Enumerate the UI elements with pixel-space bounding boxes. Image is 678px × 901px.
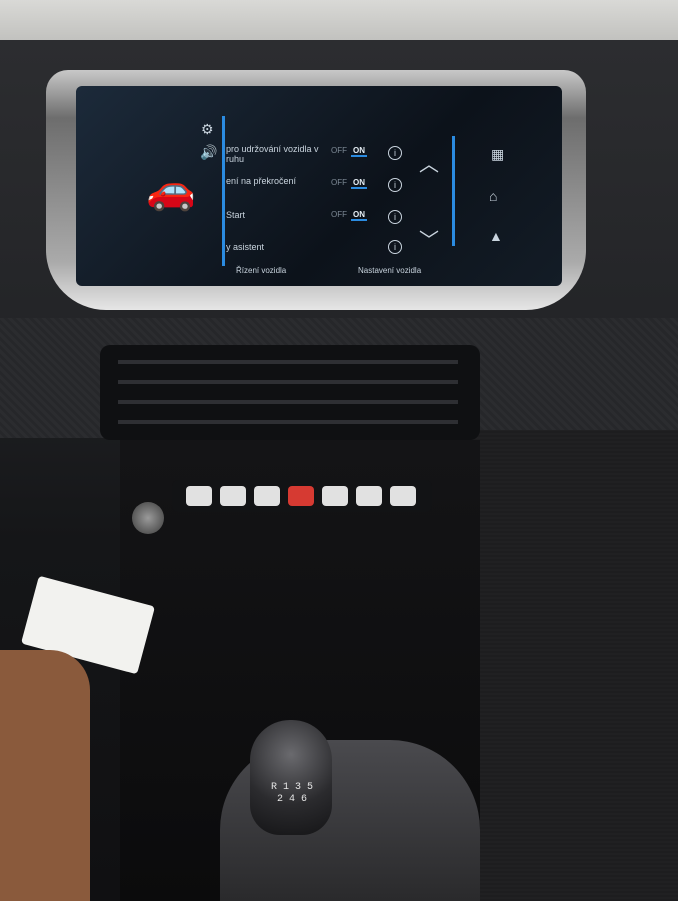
chevron-down-icon[interactable]: ﹀ (419, 224, 439, 253)
seat-heat-button[interactable] (390, 486, 416, 506)
gear-icon[interactable]: ⚙ (201, 121, 214, 138)
car-icon[interactable]: ⌂ (489, 188, 497, 204)
person-arm (0, 650, 90, 901)
info-icon[interactable]: i (388, 146, 402, 160)
grid-menu-icon[interactable]: ▦ (491, 146, 504, 163)
right-accent-line (452, 136, 455, 246)
car-interior-photo: ⚙ 🔊 🚗 pro udržování vozidla v ruhu OFF ON… (0, 0, 678, 901)
setting-label: y asistent (226, 242, 265, 252)
toggle-off-label: OFF (331, 210, 347, 219)
lock-button[interactable] (322, 486, 348, 506)
setting-label: pro udržování vozidla v ruhu (226, 144, 319, 164)
rear-defrost-button[interactable] (220, 486, 246, 506)
toggle-1[interactable]: OFF ON (331, 178, 371, 189)
vent-slat (118, 420, 458, 424)
toggle-off-label: OFF (331, 146, 347, 155)
vent-slat (118, 360, 458, 364)
shift-pattern-bottom: 2 4 6 (276, 794, 307, 805)
climate-button[interactable] (356, 486, 382, 506)
shift-pattern-top: R 1 3 5 (270, 782, 313, 793)
vent-slat (118, 380, 458, 384)
hazard-button[interactable] (288, 486, 314, 506)
infotainment-screen[interactable]: ⚙ 🔊 🚗 pro udržování vozidla v ruhu OFF ON… (76, 86, 562, 286)
setting-row[interactable]: y asistent (226, 242, 386, 266)
car-top-view-icon: 🚗 (146, 168, 196, 212)
air-vent[interactable] (100, 345, 480, 440)
info-icon[interactable]: i (388, 240, 402, 254)
phone-button[interactable] (186, 486, 212, 506)
toggle-switch-row (172, 480, 432, 512)
toggle-2[interactable]: OFF ON (331, 210, 371, 221)
gear-shifter[interactable] (250, 720, 332, 835)
toggle-on-label: ON (351, 146, 367, 157)
info-icon[interactable]: i (388, 210, 402, 224)
setting-label: Start (226, 210, 246, 220)
tab-vehicle-driving[interactable]: Řízení vozidla (236, 266, 286, 275)
shift-pattern: R 1 3 5 2 4 6 (262, 782, 322, 806)
chevron-up-icon[interactable]: ︿ (419, 148, 439, 177)
toggle-0[interactable]: OFF ON (331, 146, 371, 157)
setting-label: ení na překročení (226, 176, 297, 186)
navigation-icon[interactable]: ▲ (489, 228, 503, 244)
left-accent-line (222, 116, 225, 266)
floor-mat (470, 430, 678, 901)
volume-knob[interactable] (132, 502, 164, 534)
ac-button[interactable] (254, 486, 280, 506)
speaker-icon[interactable]: 🔊 (200, 144, 217, 161)
info-icon[interactable]: i (388, 178, 402, 192)
toggle-on-label: ON (351, 178, 367, 189)
toggle-on-label: ON (351, 210, 367, 221)
tab-vehicle-settings[interactable]: Nastavení vozidla (358, 266, 421, 275)
toggle-off-label: OFF (331, 178, 347, 187)
vent-slat (118, 400, 458, 404)
